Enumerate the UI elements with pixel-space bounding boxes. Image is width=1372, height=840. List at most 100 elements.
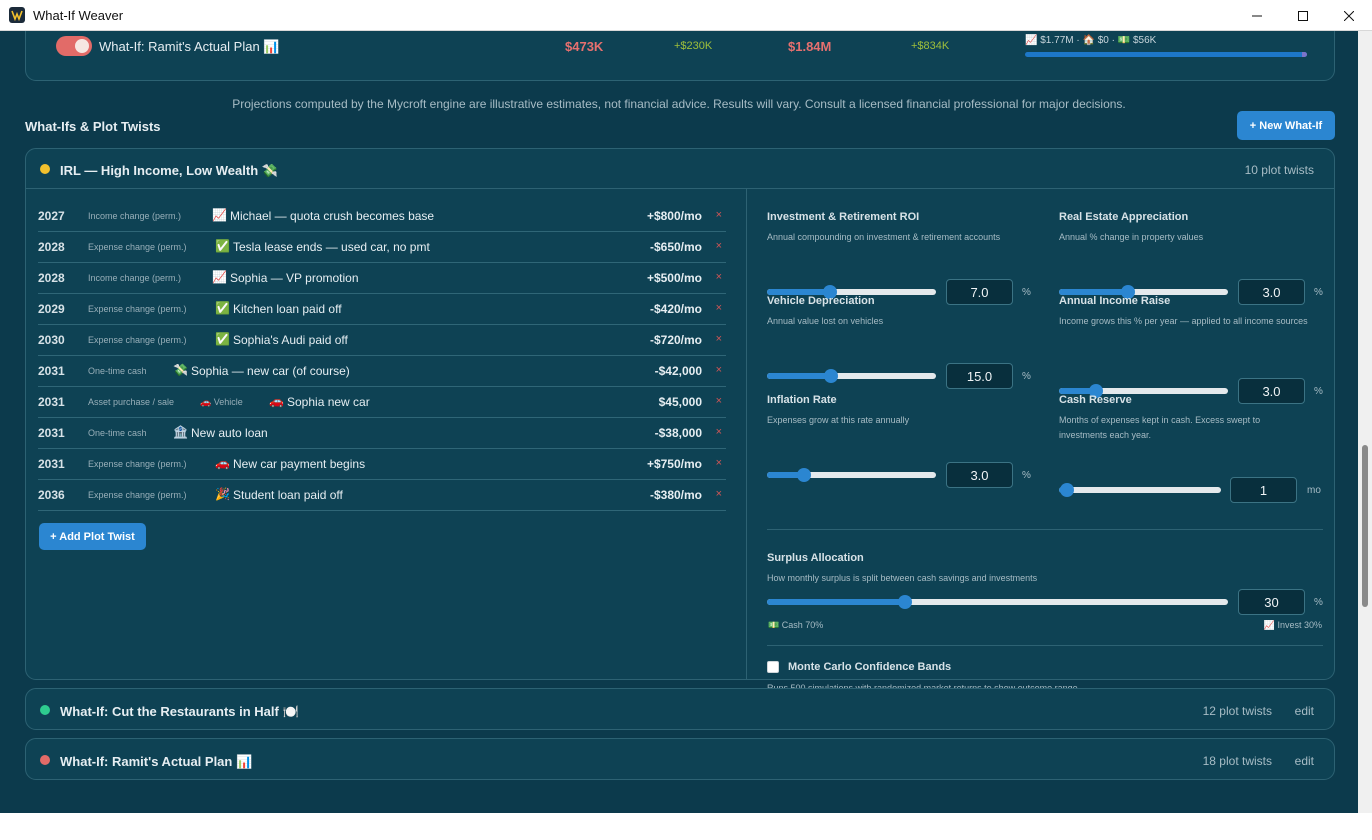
twist-icon: 🏦 — [173, 425, 188, 439]
twist-type: One-time cash — [88, 428, 147, 438]
minimize-button[interactable] — [1234, 0, 1280, 31]
twist-icon: ✅ — [215, 332, 230, 346]
close-button[interactable] — [1326, 0, 1372, 31]
twist-icon: 🚗 — [269, 394, 284, 408]
whatif-toggle[interactable] — [56, 36, 92, 56]
real-estate-setting: Real Estate Appreciation Annual % change… — [1059, 211, 1329, 245]
add-plot-twist-button[interactable]: + Add Plot Twist — [39, 523, 146, 550]
plot-twist-row[interactable]: 2030 Expense change (perm.) ✅ Sophia's Audi… — [38, 325, 726, 356]
whatif-panel-restaurants[interactable]: What-If: Cut the Restaurants in Half 🍽️ … — [25, 688, 1335, 730]
cash-reserve-input[interactable]: 1 — [1230, 477, 1297, 503]
income-raise-setting: Annual Income Raise Income grows this % … — [1059, 295, 1309, 329]
plot-twist-row[interactable]: 2029 Expense change (perm.) ✅ Kitchen loan … — [38, 294, 726, 325]
surplus-input[interactable]: 30 — [1238, 589, 1305, 615]
cash-reserve-slider[interactable] — [1059, 483, 1221, 497]
remove-twist-button[interactable]: × — [716, 271, 722, 283]
roi-label: Investment & Retirement ROI — [767, 211, 920, 223]
income-raise-unit: % — [1314, 386, 1323, 397]
twist-year: 2031 — [38, 426, 65, 440]
income-raise-description: Income grows this % per year — applied t… — [1059, 316, 1308, 326]
real-estate-label: Real Estate Appreciation — [1059, 211, 1189, 223]
twist-type: One-time cash — [88, 366, 147, 376]
twist-type: Expense change (perm.) — [88, 242, 187, 252]
plot-twist-row[interactable]: 2036 Expense change (perm.) 🎉 Student loan … — [38, 480, 726, 511]
new-whatif-button[interactable]: + New What-If — [1237, 111, 1335, 140]
twist-amount: -$650/mo — [649, 240, 702, 254]
vertical-scrollbar[interactable] — [1358, 31, 1372, 813]
vehicle-input[interactable]: 15.0 — [946, 363, 1013, 389]
remove-twist-button[interactable]: × — [716, 426, 722, 438]
plot-twist-row[interactable]: 2031 Expense change (perm.) 🚗 New car payme… — [38, 449, 726, 480]
remove-twist-button[interactable]: × — [716, 395, 722, 407]
inflation-unit: % — [1022, 470, 1031, 481]
whatif-panel-irl: IRL — High Income, Low Wealth 💸 10 plot … — [25, 148, 1335, 693]
title-bar: What-If Weaver — [0, 0, 1372, 31]
twist-asset-tag: 🚗 Vehicle — [200, 397, 243, 407]
twist-type: Income change (perm.) — [88, 211, 182, 221]
maximize-button[interactable] — [1280, 0, 1326, 31]
plot-twist-row[interactable]: 2027 Income change (perm.) 📈 Michael — quot… — [38, 201, 726, 232]
roi-description: Annual compounding on investment & retir… — [767, 232, 1001, 242]
maximize-icon — [1298, 10, 1308, 21]
scrollbar-thumb[interactable] — [1362, 445, 1368, 607]
cash-split-label: 💵 Cash 70% — [768, 620, 824, 630]
twist-description: Michael — quota crush becomes base — [230, 209, 435, 223]
plot-twist-row[interactable]: 2031 Asset purchase / sale 🚗 Vehicle 🚗 Sophi… — [38, 387, 726, 418]
whatif-panel-header[interactable]: IRL — High Income, Low Wealth 💸 10 plot … — [26, 149, 1334, 189]
whatif-title: IRL — High Income, Low Wealth 💸 — [60, 163, 278, 178]
remove-twist-button[interactable]: × — [716, 333, 722, 345]
slider-handle[interactable] — [898, 595, 913, 609]
monte-carlo-checkbox[interactable] — [767, 661, 779, 673]
total-delta: +$834K — [911, 40, 950, 52]
surplus-slider[interactable] — [767, 595, 1228, 609]
twist-type: Expense change (perm.) — [88, 459, 187, 469]
twist-amount: -$720/mo — [649, 333, 702, 347]
window-title: What-If Weaver — [33, 7, 124, 23]
plot-twist-row[interactable]: 2031 One-time cash 🏦 New auto loan -$38,000 × — [38, 418, 726, 449]
twist-amount: +$800/mo — [646, 209, 702, 223]
vehicle-slider[interactable] — [767, 369, 936, 383]
twist-description: New car payment begins — [233, 457, 366, 471]
plot-twist-row[interactable]: 2028 Expense change (perm.) ✅ Tesla lease e… — [38, 232, 726, 263]
whatif-panel-ramit[interactable]: What-If: Ramit's Actual Plan 📊 18 plot t… — [25, 738, 1335, 780]
plot-twist-row[interactable]: 2031 One-time cash 💸 Sophia — new car (of c… — [38, 356, 726, 387]
edit-link[interactable]: edit — [1295, 704, 1314, 718]
net-worth-stat: $473K — [565, 39, 604, 54]
twist-year: 2029 — [38, 302, 65, 316]
remove-twist-button[interactable]: × — [716, 488, 722, 500]
roi-setting: Investment & Retirement ROI Annual compo… — [767, 211, 1047, 245]
settings-divider — [767, 645, 1323, 646]
slider-handle[interactable] — [797, 468, 812, 482]
asset-bar-segment — [1302, 52, 1307, 57]
toggle-knob — [75, 39, 89, 53]
app-logo-icon — [9, 7, 25, 23]
inflation-input[interactable]: 3.0 — [946, 462, 1013, 488]
surplus-setting: Surplus Allocation How monthly surplus i… — [767, 552, 1267, 586]
twist-description: Sophia — VP promotion — [230, 271, 359, 285]
whatif-summary-name: What-If: Ramit's Actual Plan 📊 — [99, 39, 280, 54]
edit-link[interactable]: edit — [1295, 754, 1314, 768]
remove-twist-button[interactable]: × — [716, 364, 722, 376]
invest-split-label: 📈 Invest 30% — [1263, 620, 1322, 630]
twist-description: Student loan paid off — [233, 488, 343, 502]
slider-handle[interactable] — [1060, 483, 1075, 497]
twist-amount: -$38,000 — [654, 426, 702, 440]
twist-year: 2028 — [38, 271, 65, 285]
remove-twist-button[interactable]: × — [716, 302, 722, 314]
plot-twist-list: 2027 Income change (perm.) 📈 Michael — quot… — [38, 201, 726, 511]
inflation-label: Inflation Rate — [767, 394, 837, 406]
plot-twist-row[interactable]: 2028 Income change (perm.) 📈 Sophia — VP pr… — [38, 263, 726, 294]
twist-icon: 📈 — [212, 208, 227, 222]
twist-amount: +$750/mo — [646, 457, 702, 471]
remove-twist-button[interactable]: × — [716, 240, 722, 252]
monte-carlo-label: Monte Carlo Confidence Bands — [788, 661, 952, 673]
slider-handle[interactable] — [824, 369, 839, 383]
remove-twist-button[interactable]: × — [716, 209, 722, 221]
twist-year: 2036 — [38, 488, 65, 502]
twist-year: 2028 — [38, 240, 65, 254]
remove-twist-button[interactable]: × — [716, 457, 722, 469]
inflation-slider[interactable] — [767, 468, 936, 482]
twist-amount: -$380/mo — [649, 488, 702, 502]
real-estate-unit: % — [1314, 287, 1323, 298]
window-bottom-edge — [0, 813, 1372, 840]
